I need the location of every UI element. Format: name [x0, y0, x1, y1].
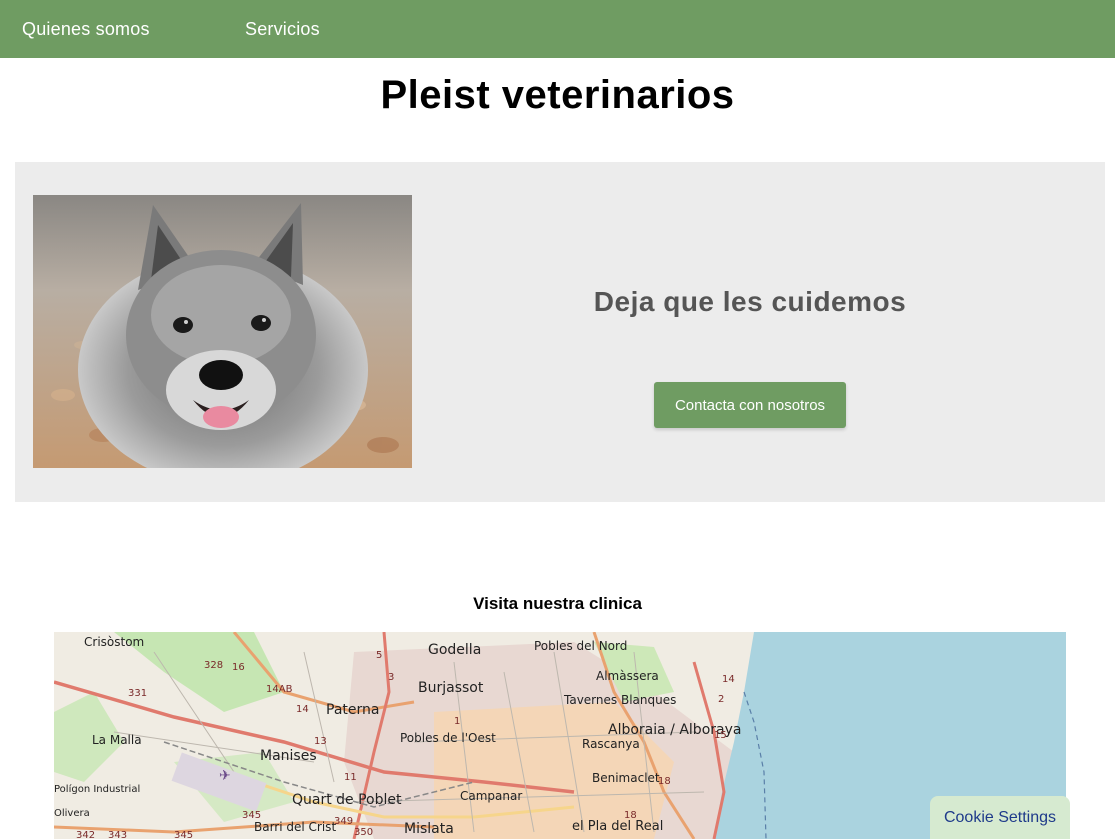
nav-link-quienes-somos[interactable]: Quienes somos [22, 18, 150, 40]
map-road-14: 14 [296, 704, 309, 715]
map-label-mislata: Mislata [404, 821, 454, 837]
map-label-almassera: Almàssera [596, 669, 659, 683]
map-road-15: 15 [714, 730, 727, 741]
map-label-tavernes-blanques: Tavernes Blanques [563, 693, 676, 707]
map-label-campanar: Campanar [460, 789, 522, 803]
nav-link-servicios[interactable]: Servicios [245, 18, 320, 40]
map-road-343: 343 [108, 830, 127, 839]
map-label-godella: Godella [428, 642, 481, 658]
cookie-settings-button[interactable]: Cookie Settings [930, 796, 1070, 839]
map-label-el-pla-del-real: el Pla del Real [572, 819, 663, 834]
map-road-18b: 18 [624, 810, 637, 821]
map-road-11: 11 [344, 772, 357, 783]
map-road-5: 5 [376, 650, 382, 661]
map-label-manises: Manises [260, 748, 317, 764]
map-road-345: 345 [242, 810, 261, 821]
map-label-pobles-de-loest: Pobles de l'Oest [400, 731, 496, 745]
map-road-1: 1 [454, 716, 460, 727]
map-road-13: 13 [314, 736, 327, 747]
map-road-3: 3 [388, 672, 394, 683]
dog-photo [33, 195, 412, 468]
map-label-poligon: Polígon Industrial [54, 783, 140, 795]
map-label-burjassot: Burjassot [418, 680, 484, 696]
map-label-barri-del-crist: Barri del Crist [254, 820, 336, 834]
map-road-18: 18 [658, 776, 671, 787]
map-road-16: 16 [232, 662, 245, 673]
map-road-342: 342 [76, 830, 95, 839]
hero-heading: Deja que les cuidemos [593, 286, 907, 317]
map-road-350: 350 [354, 827, 373, 838]
map-road-2: 2 [718, 694, 724, 705]
contact-button[interactable]: Contacta con nosotros [654, 382, 846, 428]
map-label-la-malla: La Malla [92, 733, 142, 747]
map-heading: Visita nuestra clinica [473, 594, 642, 613]
map-label-paterna: Paterna [326, 702, 379, 718]
map-label-olivera: Olivera [54, 808, 90, 819]
map-road-349: 349 [334, 816, 353, 827]
map-road-345b: 345 [174, 830, 193, 839]
embedded-map[interactable]: ✈ Crisòstom Godella Pobles del Nord Burj… [54, 632, 1066, 839]
map-label-crisostom: Crisòstom [84, 635, 144, 649]
hero-section: Deja que les cuidemos Contacta con nosot… [15, 162, 1105, 502]
map-label-benimaclet: Benimaclet [592, 771, 660, 785]
map-label-pobles-del-nord: Pobles del Nord [534, 639, 627, 653]
map-label-quart-de-poblet: Quart de Poblet [292, 792, 402, 808]
map-road-14ab: 14AB [266, 684, 293, 695]
svg-text:✈: ✈ [219, 768, 231, 784]
map-road-14b: 14 [722, 674, 735, 685]
map-road-328: 328 [204, 660, 223, 671]
top-navigation-bar: Quienes somos Servicios [0, 0, 1115, 58]
site-title: Pleist veterinarios [380, 73, 735, 117]
map-label-rascanya: Rascanya [582, 737, 640, 751]
map-road-331: 331 [128, 688, 147, 699]
